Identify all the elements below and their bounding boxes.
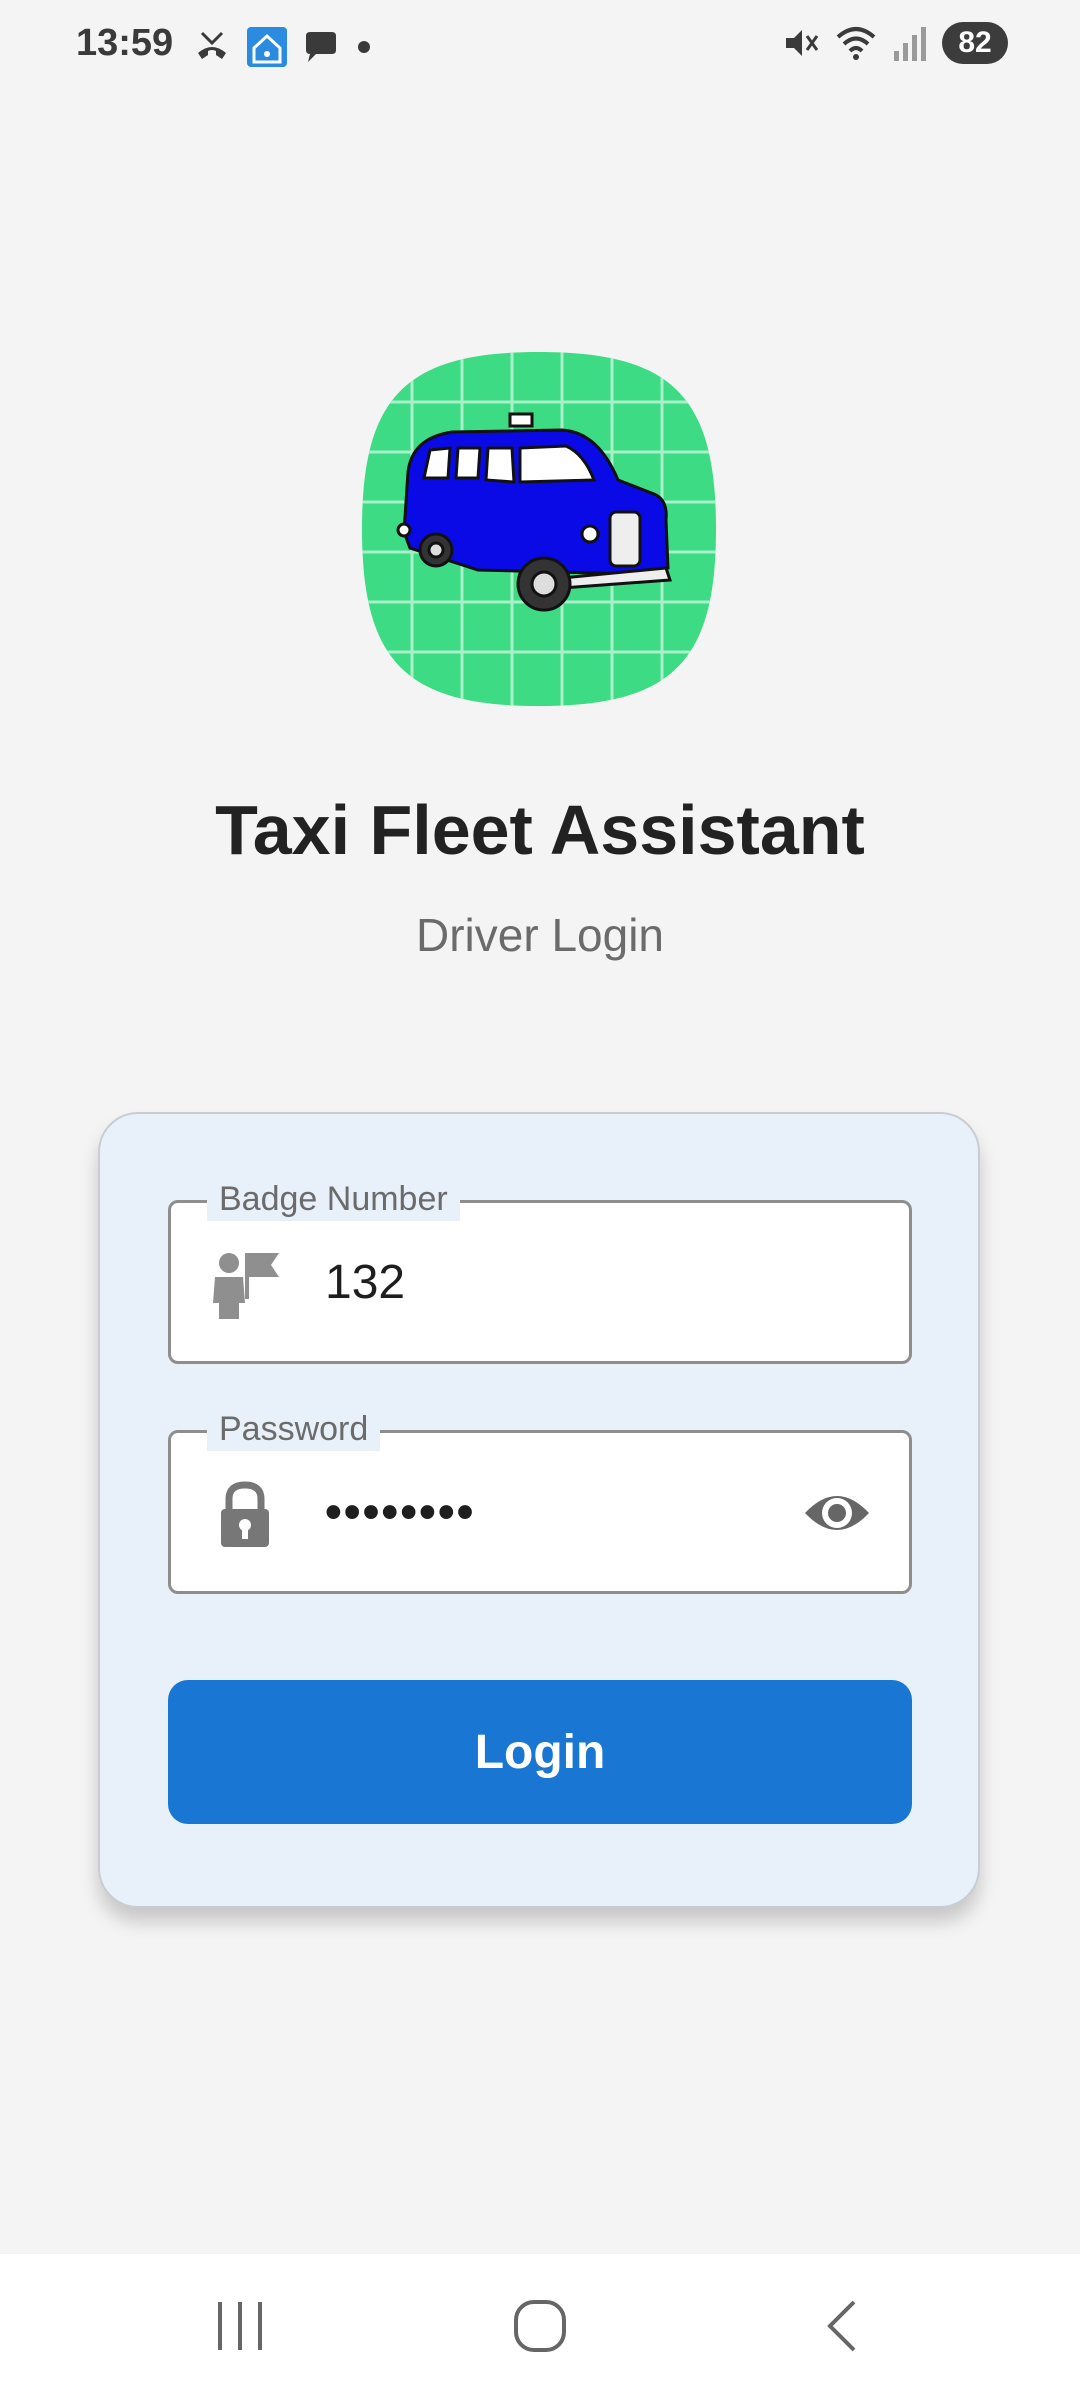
status-left-icons <box>192 26 374 68</box>
mute-icon <box>786 30 819 56</box>
recents-icon[interactable] <box>210 2294 270 2363</box>
lock-icon <box>207 1477 283 1558</box>
badge-number-label: Badge Number <box>207 1177 460 1221</box>
badge-number-input[interactable]: 132 <box>325 1253 405 1313</box>
login-screen: 13:59 82 Taxi Fleet Assistant Driver Log… <box>0 0 1080 2400</box>
status-bar: 13:59 82 <box>0 0 1080 92</box>
battery-indicator: 82 <box>942 22 1008 64</box>
wifi-icon <box>836 27 876 60</box>
home-icon[interactable] <box>508 2294 572 2363</box>
login-button[interactable]: Login <box>168 1680 912 1824</box>
notification-dot-icon <box>358 41 370 53</box>
missed-call-icon <box>198 31 226 59</box>
password-input[interactable]: •••••••• <box>325 1483 475 1543</box>
status-right-icons: 82 <box>780 22 1008 64</box>
back-icon[interactable] <box>818 2294 868 2363</box>
home-wifi-icon <box>247 27 287 67</box>
app-title: Taxi Fleet Assistant <box>215 791 865 869</box>
signal-icon <box>894 27 926 61</box>
eye-icon[interactable] <box>801 1483 873 1548</box>
app-subtitle: Driver Login <box>416 909 664 961</box>
badge-number-field[interactable]: Badge Number 132 <box>168 1177 912 1364</box>
password-label: Password <box>207 1407 381 1451</box>
driver-flag-icon <box>207 1247 283 1328</box>
message-icon <box>306 32 336 62</box>
navigation-bar <box>0 2254 1080 2400</box>
status-time: 13:59 <box>76 22 174 64</box>
taxi-logo-icon <box>362 352 716 706</box>
password-field[interactable]: Password •••••••• <box>168 1407 912 1594</box>
